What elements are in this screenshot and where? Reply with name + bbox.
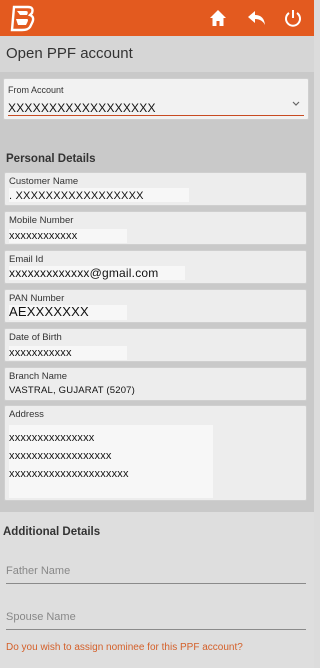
active-underline	[8, 114, 304, 116]
from-account-value: XXXXXXXXXXXXXXXXXX	[8, 101, 156, 115]
mobile-number-label: Mobile Number	[9, 215, 74, 226]
customer-name-value: . XXXXXXXXXXXXXXXXX	[9, 190, 144, 202]
spouse-name-input[interactable]: Spouse Name	[6, 609, 306, 630]
email-field: Email Id xxxxxxxxxxxxx@gmail.com	[4, 250, 307, 284]
bank-of-baroda-logo	[10, 5, 35, 32]
father-name-placeholder: Father Name	[6, 565, 71, 577]
address-line: xxxxxxxxxxxxxxxxxx	[9, 450, 112, 462]
customer-name-label: Customer Name	[9, 176, 79, 187]
branch-name-label: Branch Name	[9, 371, 68, 382]
mobile-number-value: xxxxxxxxxxxx	[9, 230, 78, 242]
from-account-label: From Account	[8, 85, 64, 95]
nominee-question[interactable]: Do you wish to assign nominee for this P…	[6, 642, 243, 653]
back-icon[interactable]	[246, 7, 268, 29]
address-label: Address	[9, 409, 44, 420]
date-of-birth-value: xxxxxxxxxxx	[9, 347, 72, 359]
additional-details-heading: Additional Details	[3, 526, 101, 538]
email-label: Email Id	[9, 254, 44, 265]
personal-details-heading: Personal Details	[6, 153, 96, 165]
branch-name-field: Branch Name VASTRAL, GUJARAT (5207)	[4, 367, 307, 401]
mobile-number-field: Mobile Number xxxxxxxxxxxx	[4, 211, 307, 245]
pan-number-label: PAN Number	[9, 293, 65, 304]
spouse-name-placeholder: Spouse Name	[6, 611, 76, 623]
address-field: Address xxxxxxxxxxxxxxx xxxxxxxxxxxxxxxx…	[4, 405, 307, 501]
date-of-birth-label: Date of Birth	[9, 332, 62, 343]
power-icon[interactable]	[282, 7, 304, 29]
address-line: xxxxxxxxxxxxxxxxxxxxx	[9, 468, 129, 480]
branch-name-value: VASTRAL, GUJARAT (5207)	[9, 385, 136, 396]
chevron-down-icon	[292, 101, 300, 106]
from-account-select[interactable]: From Account XXXXXXXXXXXXXXXXXX	[3, 78, 309, 120]
customer-name-field: Customer Name . XXXXXXXXXXXXXXXXX	[4, 172, 307, 206]
email-value: xxxxxxxxxxxxx@gmail.com	[9, 266, 159, 280]
date-of-birth-field: Date of Birth xxxxxxxxxxx	[4, 328, 307, 362]
page-title-bar: Open PPF account	[0, 36, 314, 73]
address-line: xxxxxxxxxxxxxxx	[9, 432, 95, 444]
app-header	[0, 0, 314, 36]
father-name-input[interactable]: Father Name	[6, 563, 306, 584]
home-icon[interactable]	[207, 7, 229, 29]
page-title: Open PPF account	[6, 45, 133, 62]
pan-number-field: PAN Number AEXXXXXXX	[4, 289, 307, 323]
pan-number-value: AEXXXXXXX	[9, 304, 89, 319]
